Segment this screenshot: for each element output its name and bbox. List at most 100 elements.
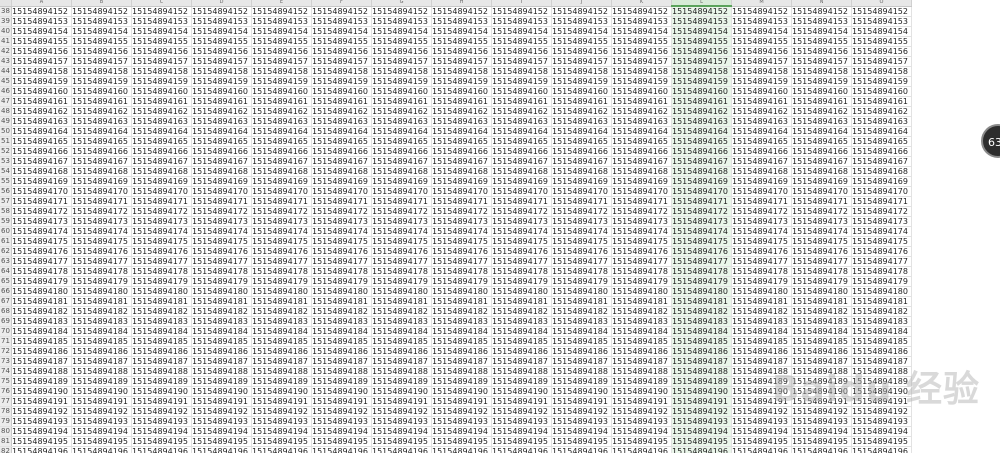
cell-o42[interactable]: 15154894156 [851,46,912,57]
cell-b45[interactable]: 15154894159 [71,76,132,87]
cell-m60[interactable]: 15154894174 [731,226,792,237]
cell-l51[interactable]: 15154894165 [671,136,732,147]
cell-h65[interactable]: 15154894179 [431,276,492,287]
cell-i48[interactable]: 15154894162 [491,106,552,117]
cell-b77[interactable]: 15154894191 [71,396,132,407]
cell-g62[interactable]: 15154894176 [371,246,432,257]
cell-c75[interactable]: 15154894189 [131,376,192,387]
cell-c80[interactable]: 15154894194 [131,426,192,437]
cell-f58[interactable]: 15154894172 [311,206,372,217]
cell-g45[interactable]: 15154894159 [371,76,432,87]
cell-l71[interactable]: 15154894185 [671,336,732,347]
cell-e49[interactable]: 15154894163 [251,116,312,127]
row-header[interactable]: 44 [0,66,12,77]
cell-b78[interactable]: 15154894192 [71,406,132,417]
cell-l78[interactable]: 15154894192 [671,406,732,417]
cell-c68[interactable]: 15154894182 [131,306,192,317]
cell-d41[interactable]: 15154894155 [191,36,252,47]
cell-e73[interactable]: 15154894187 [251,356,312,367]
cell-h76[interactable]: 15154894190 [431,386,492,397]
row-header[interactable]: 38 [0,6,12,17]
cell-g82[interactable]: 15154894196 [371,446,432,453]
row-header[interactable]: 76 [0,386,12,397]
cell-g40[interactable]: 15154894154 [371,26,432,37]
cell-j81[interactable]: 15154894195 [551,436,612,447]
row-header[interactable]: 52 [0,146,12,157]
cell-f49[interactable]: 15154894163 [311,116,372,127]
cell-d74[interactable]: 15154894188 [191,366,252,377]
row-header[interactable]: 45 [0,76,12,87]
cell-j68[interactable]: 15154894182 [551,306,612,317]
cell-d61[interactable]: 15154894175 [191,236,252,247]
cell-g63[interactable]: 15154894177 [371,256,432,267]
cell-k64[interactable]: 15154894178 [611,266,672,277]
cell-g79[interactable]: 15154894193 [371,416,432,427]
cell-d44[interactable]: 15154894158 [191,66,252,77]
cell-h48[interactable]: 15154894162 [431,106,492,117]
cell-j60[interactable]: 15154894174 [551,226,612,237]
cell-o70[interactable]: 15154894184 [851,326,912,337]
cell-n44[interactable]: 15154894158 [791,66,852,77]
cell-i54[interactable]: 15154894168 [491,166,552,177]
row-header[interactable]: 70 [0,326,12,337]
cell-h51[interactable]: 15154894165 [431,136,492,147]
cell-i67[interactable]: 15154894181 [491,296,552,307]
cell-e56[interactable]: 15154894170 [251,186,312,197]
cell-c39[interactable]: 15154894153 [131,16,192,27]
cell-a70[interactable]: 15154894184 [11,326,72,337]
cell-c79[interactable]: 15154894193 [131,416,192,427]
cell-n66[interactable]: 15154894180 [791,286,852,297]
cell-d57[interactable]: 15154894171 [191,196,252,207]
cell-b79[interactable]: 15154894193 [71,416,132,427]
cell-i52[interactable]: 15154894166 [491,146,552,157]
cell-l49[interactable]: 15154894163 [671,116,732,127]
cell-h43[interactable]: 15154894157 [431,56,492,67]
cell-m48[interactable]: 15154894162 [731,106,792,117]
row-header[interactable]: 74 [0,366,12,377]
row-header[interactable]: 68 [0,306,12,317]
cell-i63[interactable]: 15154894177 [491,256,552,267]
cell-n56[interactable]: 15154894170 [791,186,852,197]
cell-o68[interactable]: 15154894182 [851,306,912,317]
row-header[interactable]: 47 [0,96,12,107]
cell-h75[interactable]: 15154894189 [431,376,492,387]
cell-o45[interactable]: 15154894159 [851,76,912,87]
cell-b62[interactable]: 15154894176 [71,246,132,257]
cell-e46[interactable]: 15154894160 [251,86,312,97]
row-header[interactable]: 73 [0,356,12,367]
cell-m55[interactable]: 15154894169 [731,176,792,187]
cell-d49[interactable]: 15154894163 [191,116,252,127]
cell-o62[interactable]: 15154894176 [851,246,912,257]
cell-h39[interactable]: 15154894153 [431,16,492,27]
cell-c48[interactable]: 15154894162 [131,106,192,117]
cell-n51[interactable]: 15154894165 [791,136,852,147]
cell-d63[interactable]: 15154894177 [191,256,252,267]
cell-j51[interactable]: 15154894165 [551,136,612,147]
cell-b50[interactable]: 15154894164 [71,126,132,137]
cell-b49[interactable]: 15154894163 [71,116,132,127]
cell-i61[interactable]: 15154894175 [491,236,552,247]
cell-o43[interactable]: 15154894157 [851,56,912,67]
cell-a39[interactable]: 15154894153 [11,16,72,27]
cell-g75[interactable]: 15154894189 [371,376,432,387]
cell-e70[interactable]: 15154894184 [251,326,312,337]
cell-a60[interactable]: 15154894174 [11,226,72,237]
cell-k71[interactable]: 15154894185 [611,336,672,347]
cell-l39[interactable]: 15154894153 [671,16,732,27]
cell-e74[interactable]: 15154894188 [251,366,312,377]
cell-i41[interactable]: 15154894155 [491,36,552,47]
cell-h54[interactable]: 15154894168 [431,166,492,177]
cell-e65[interactable]: 15154894179 [251,276,312,287]
cell-c69[interactable]: 15154894183 [131,316,192,327]
cell-i47[interactable]: 15154894161 [491,96,552,107]
cell-g76[interactable]: 15154894190 [371,386,432,397]
cell-i39[interactable]: 15154894153 [491,16,552,27]
cell-e52[interactable]: 15154894166 [251,146,312,157]
row-header[interactable]: 40 [0,26,12,37]
cell-f69[interactable]: 15154894183 [311,316,372,327]
cell-l69[interactable]: 15154894183 [671,316,732,327]
cell-c76[interactable]: 15154894190 [131,386,192,397]
cell-e50[interactable]: 15154894164 [251,126,312,137]
cell-k47[interactable]: 15154894161 [611,96,672,107]
cell-k58[interactable]: 15154894172 [611,206,672,217]
